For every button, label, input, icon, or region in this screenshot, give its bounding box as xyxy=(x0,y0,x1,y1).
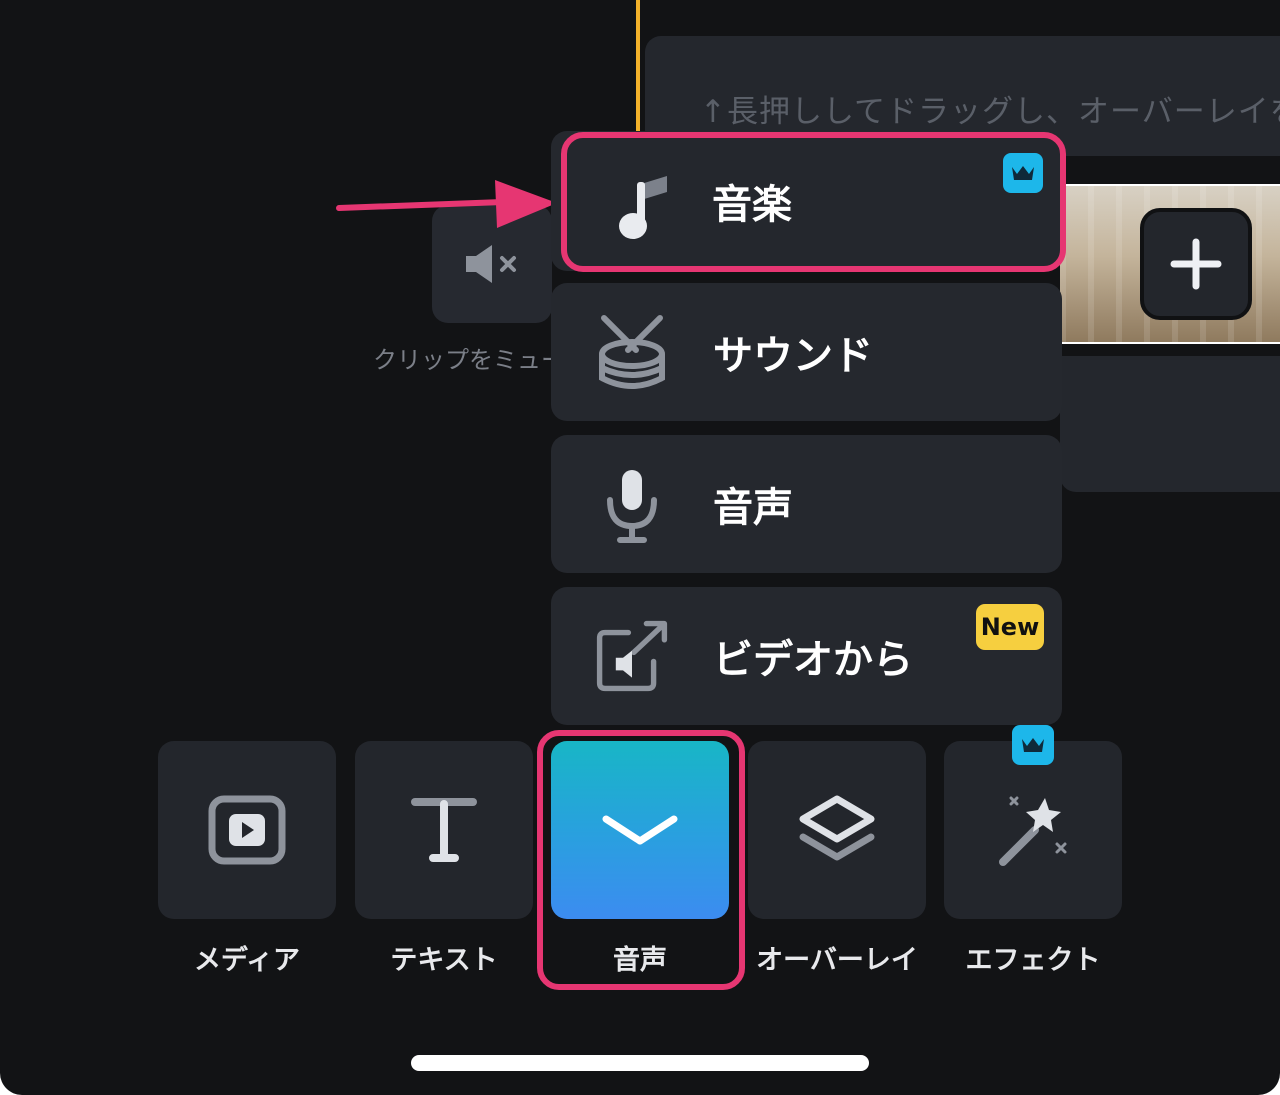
drum-icon xyxy=(596,312,668,392)
layers-icon xyxy=(799,795,875,861)
editor-screen: ↑長押ししてドラッグし、オーバーレイを クリップをミュート 音楽 xyxy=(0,0,1280,1095)
speaker-mute-icon xyxy=(466,245,516,283)
microphone-icon xyxy=(596,464,668,544)
music-note-icon xyxy=(609,166,681,246)
playhead[interactable] xyxy=(636,0,640,150)
audio-tool-highlight xyxy=(537,730,745,990)
crown-icon xyxy=(1012,166,1034,180)
new-badge: New xyxy=(976,604,1044,650)
menu-item-sound-label: サウンド xyxy=(713,333,873,379)
toolbar-text-button[interactable] xyxy=(355,741,533,919)
menu-item-music[interactable]: 音楽 xyxy=(561,132,1066,272)
toolbar-overlay-label: オーバーレイ xyxy=(756,945,918,976)
play-box-icon xyxy=(208,795,286,865)
menu-item-voice-label: 音声 xyxy=(713,485,793,531)
menu-item-sound[interactable]: サウンド xyxy=(551,283,1062,421)
magic-wand-icon xyxy=(999,796,1067,866)
home-indicator[interactable] xyxy=(411,1055,869,1071)
pointer-arrow xyxy=(336,180,557,228)
toolbar-media-button[interactable] xyxy=(158,741,336,919)
premium-crown-badge xyxy=(1003,153,1043,193)
mute-clip-label: クリップをミュート xyxy=(373,346,553,374)
toolbar-media-label: メディア xyxy=(193,945,301,976)
toolbar-effects-label: エフェクト xyxy=(965,945,1101,976)
premium-crown-badge xyxy=(1012,725,1054,765)
plus-icon xyxy=(1170,238,1222,290)
extract-audio-icon xyxy=(596,616,668,696)
toolbar-effects-button[interactable] xyxy=(944,741,1122,919)
crown-icon xyxy=(1022,738,1044,752)
menu-item-music-label: 音楽 xyxy=(712,182,792,228)
toolbar-text-label: テキスト xyxy=(390,945,498,976)
add-clip-button[interactable] xyxy=(1140,208,1252,320)
menu-item-from-video-label: ビデオから xyxy=(713,637,913,683)
toolbar-overlay-button[interactable] xyxy=(748,741,926,919)
audio-lane[interactable] xyxy=(1060,356,1280,492)
overlay-hint: ↑長押ししてドラッグし、オーバーレイを xyxy=(700,94,1280,130)
text-icon xyxy=(411,798,477,862)
menu-item-voice[interactable]: 音声 xyxy=(551,435,1062,573)
